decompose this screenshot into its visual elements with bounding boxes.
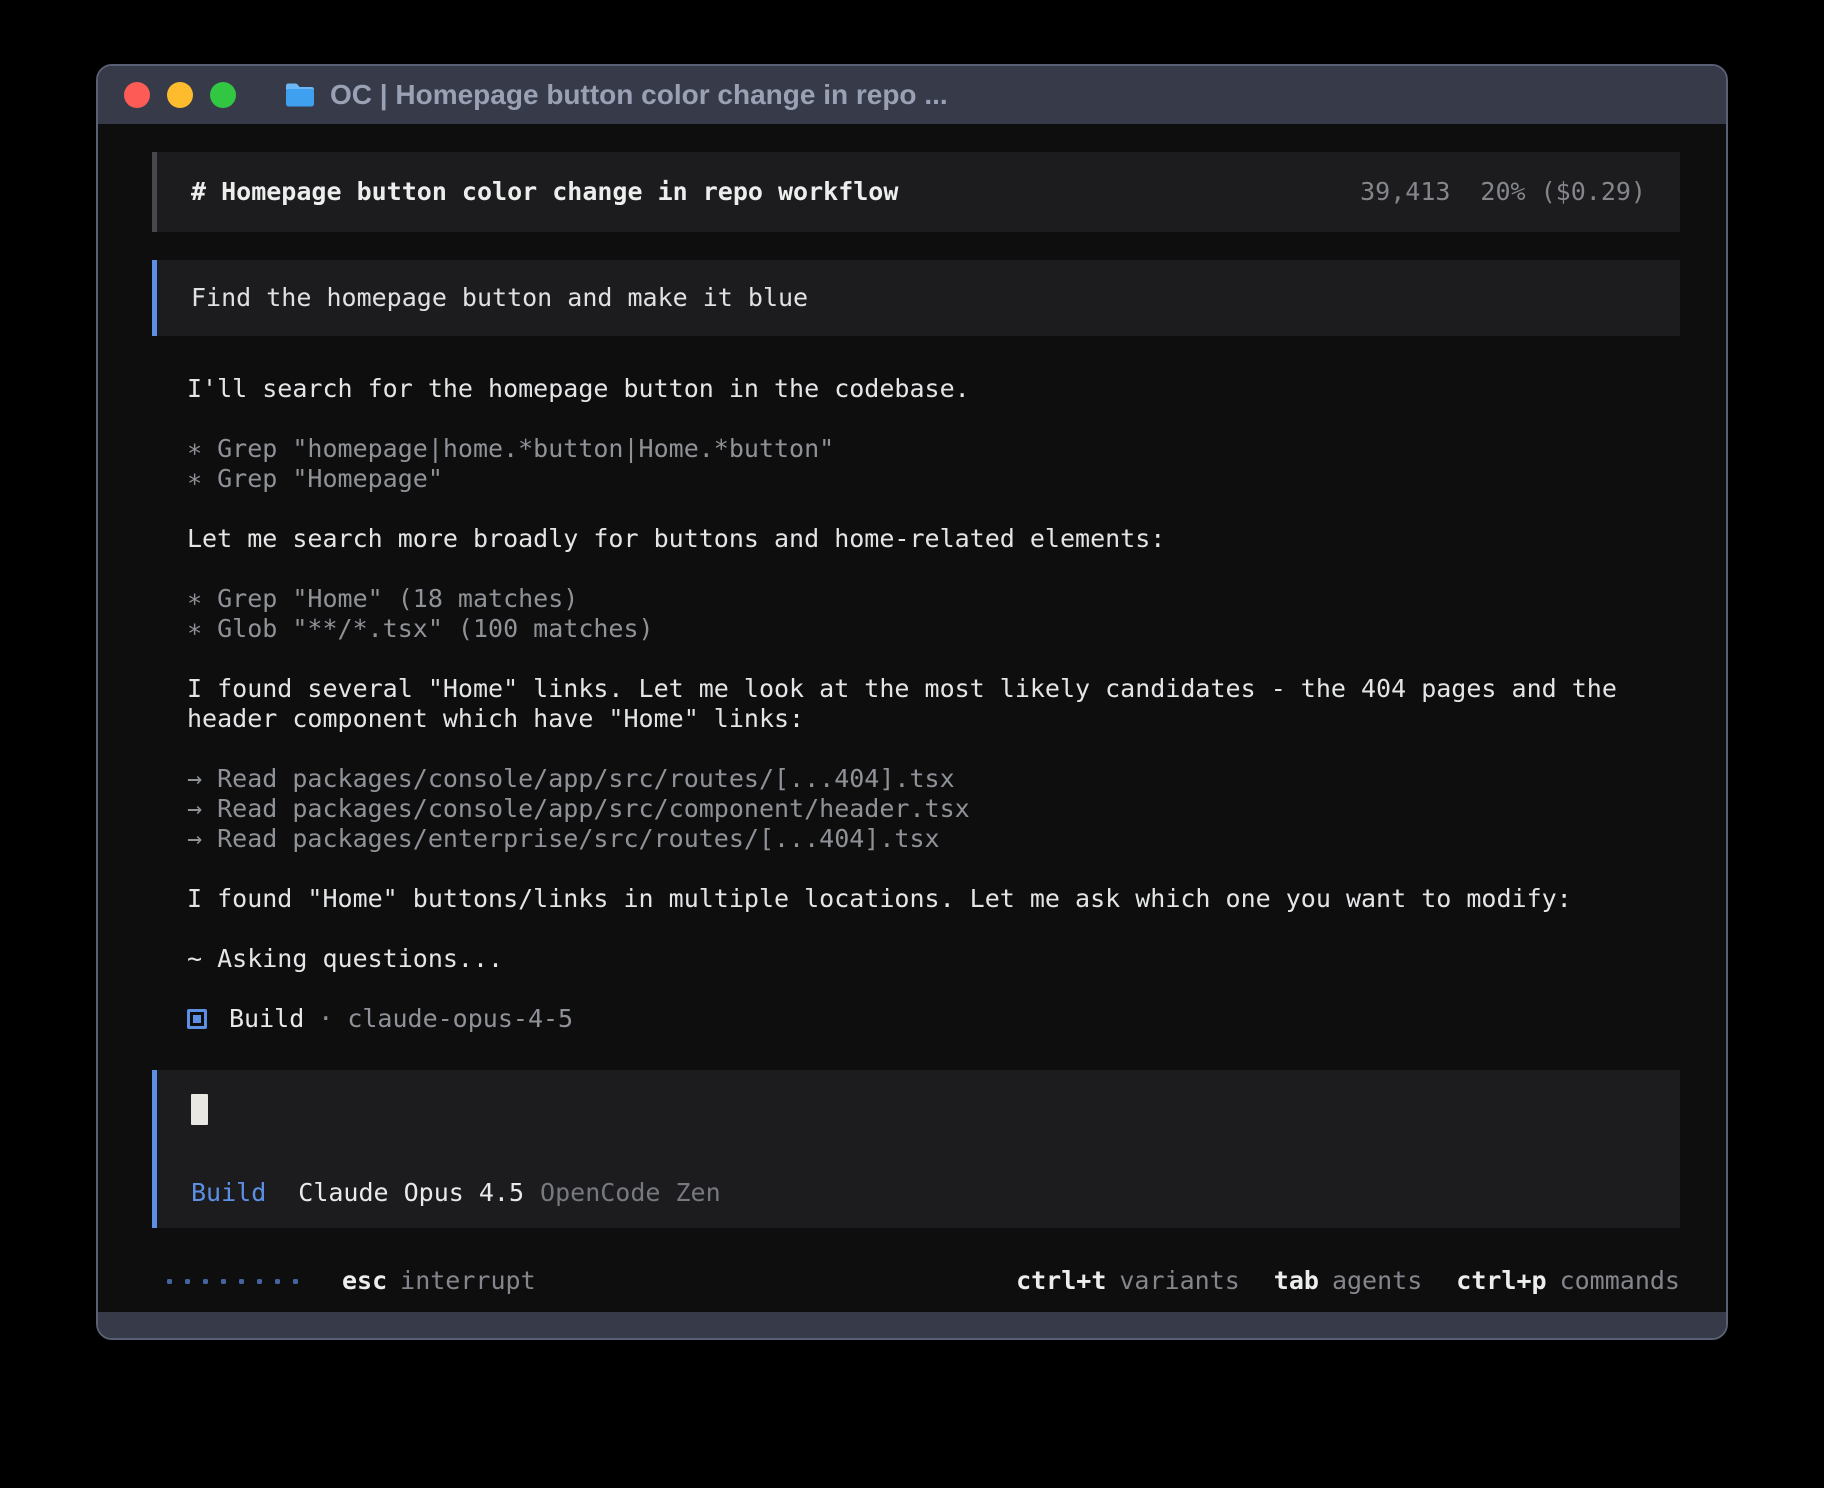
transcript-line	[187, 914, 1680, 944]
shortcut-tab: tab agents	[1274, 1266, 1422, 1296]
shortcut-ctrl-p: ctrl+p commands	[1456, 1266, 1680, 1296]
shortcut-action: commands	[1560, 1266, 1680, 1296]
session-stats: 39,413 20% ($0.29)	[1360, 177, 1646, 207]
spinner-dots	[167, 1279, 298, 1284]
transcript-line: header component which have "Home" links…	[187, 704, 1680, 734]
folder-icon	[284, 82, 316, 108]
shortcut-ctrl-t: ctrl+t variants	[1016, 1266, 1240, 1296]
transcript-line: → Read packages/console/app/src/componen…	[187, 794, 1680, 824]
task-model: claude-opus-4-5	[347, 1004, 573, 1034]
esc-key-action: interrupt	[400, 1266, 535, 1296]
esc-key-hint: esc	[342, 1266, 387, 1296]
prompt-input[interactable]: Build Claude Opus 4.5 OpenCode Zen	[152, 1070, 1680, 1228]
transcript-line	[187, 644, 1680, 674]
model-name[interactable]: Claude Opus 4.5	[298, 1178, 524, 1208]
terminal-window: OC | Homepage button color change in rep…	[96, 64, 1728, 1340]
traffic-lights	[124, 82, 236, 108]
window-title: OC | Homepage button color change in rep…	[330, 79, 948, 111]
shortcut-action: variants	[1119, 1266, 1239, 1296]
transcript-line	[187, 974, 1680, 1004]
titlebar[interactable]: OC | Homepage button color change in rep…	[98, 66, 1726, 124]
transcript-line: Let me search more broadly for buttons a…	[187, 524, 1680, 554]
user-message-text: Find the homepage button and make it blu…	[191, 283, 808, 313]
agent-name[interactable]: Build	[191, 1178, 266, 1208]
spinner-dot	[185, 1279, 190, 1284]
window-footer	[98, 1312, 1726, 1338]
transcript-line: I found several "Home" links. Let me loo…	[187, 674, 1680, 704]
task-separator: ·	[318, 1004, 333, 1034]
spinner-dot	[203, 1279, 208, 1284]
input-footer: Build Claude Opus 4.5 OpenCode Zen	[191, 1178, 1646, 1208]
status-right: ctrl+t variants tab agents ctrl+p commands	[1016, 1266, 1680, 1296]
token-count: 39,413	[1360, 177, 1450, 207]
minimize-button[interactable]	[167, 82, 193, 108]
transcript-line	[187, 404, 1680, 434]
task-status-icon	[187, 1009, 207, 1029]
shortcut-action: agents	[1332, 1266, 1422, 1296]
transcript-line: I found "Home" buttons/links in multiple…	[187, 884, 1680, 914]
status-left: esc interrupt	[167, 1266, 536, 1296]
spinner-dot	[293, 1279, 298, 1284]
transcript-line	[187, 854, 1680, 884]
transcript-line: ∗ Grep "Home" (18 matches)	[187, 584, 1680, 614]
user-message: Find the homepage button and make it blu…	[152, 260, 1680, 336]
transcript-line: ∗ Grep "homepage|home.*button|Home.*butt…	[187, 434, 1680, 464]
context-cost: 20% ($0.29)	[1480, 177, 1646, 207]
zoom-button[interactable]	[210, 82, 236, 108]
provider-name: OpenCode Zen	[540, 1178, 721, 1208]
agent-task-row: Build · claude-opus-4-5	[187, 1004, 1680, 1034]
transcript-line: ~ Asking questions...	[187, 944, 1680, 974]
transcript-line: → Read packages/enterprise/src/routes/[.…	[187, 824, 1680, 854]
transcript-line	[187, 494, 1680, 524]
spinner-dot	[239, 1279, 244, 1284]
transcript-line: I'll search for the homepage button in t…	[187, 374, 1680, 404]
spinner-dot	[275, 1279, 280, 1284]
shortcut-key: ctrl+t	[1016, 1266, 1106, 1296]
spinner-dot	[257, 1279, 262, 1284]
transcript-line: → Read packages/console/app/src/routes/[…	[187, 764, 1680, 794]
transcript-line: ∗ Glob "**/*.tsx" (100 matches)	[187, 614, 1680, 644]
transcript-line	[187, 554, 1680, 584]
transcript-line: ∗ Grep "Homepage"	[187, 464, 1680, 494]
spinner-dot	[221, 1279, 226, 1284]
text-cursor	[191, 1094, 208, 1125]
spinner-dot	[167, 1279, 172, 1284]
shortcut-key: ctrl+p	[1456, 1266, 1546, 1296]
terminal-content: # Homepage button color change in repo w…	[98, 124, 1726, 1312]
task-agent: Build	[229, 1004, 304, 1034]
close-button[interactable]	[124, 82, 150, 108]
session-header: # Homepage button color change in repo w…	[152, 152, 1680, 232]
transcript-line	[187, 734, 1680, 764]
session-title: # Homepage button color change in repo w…	[191, 177, 898, 207]
status-bar: esc interrupt ctrl+tvariantstabagentsctr…	[152, 1266, 1680, 1296]
shortcut-key: tab	[1274, 1266, 1319, 1296]
transcript: I'll search for the homepage button in t…	[152, 374, 1680, 1034]
